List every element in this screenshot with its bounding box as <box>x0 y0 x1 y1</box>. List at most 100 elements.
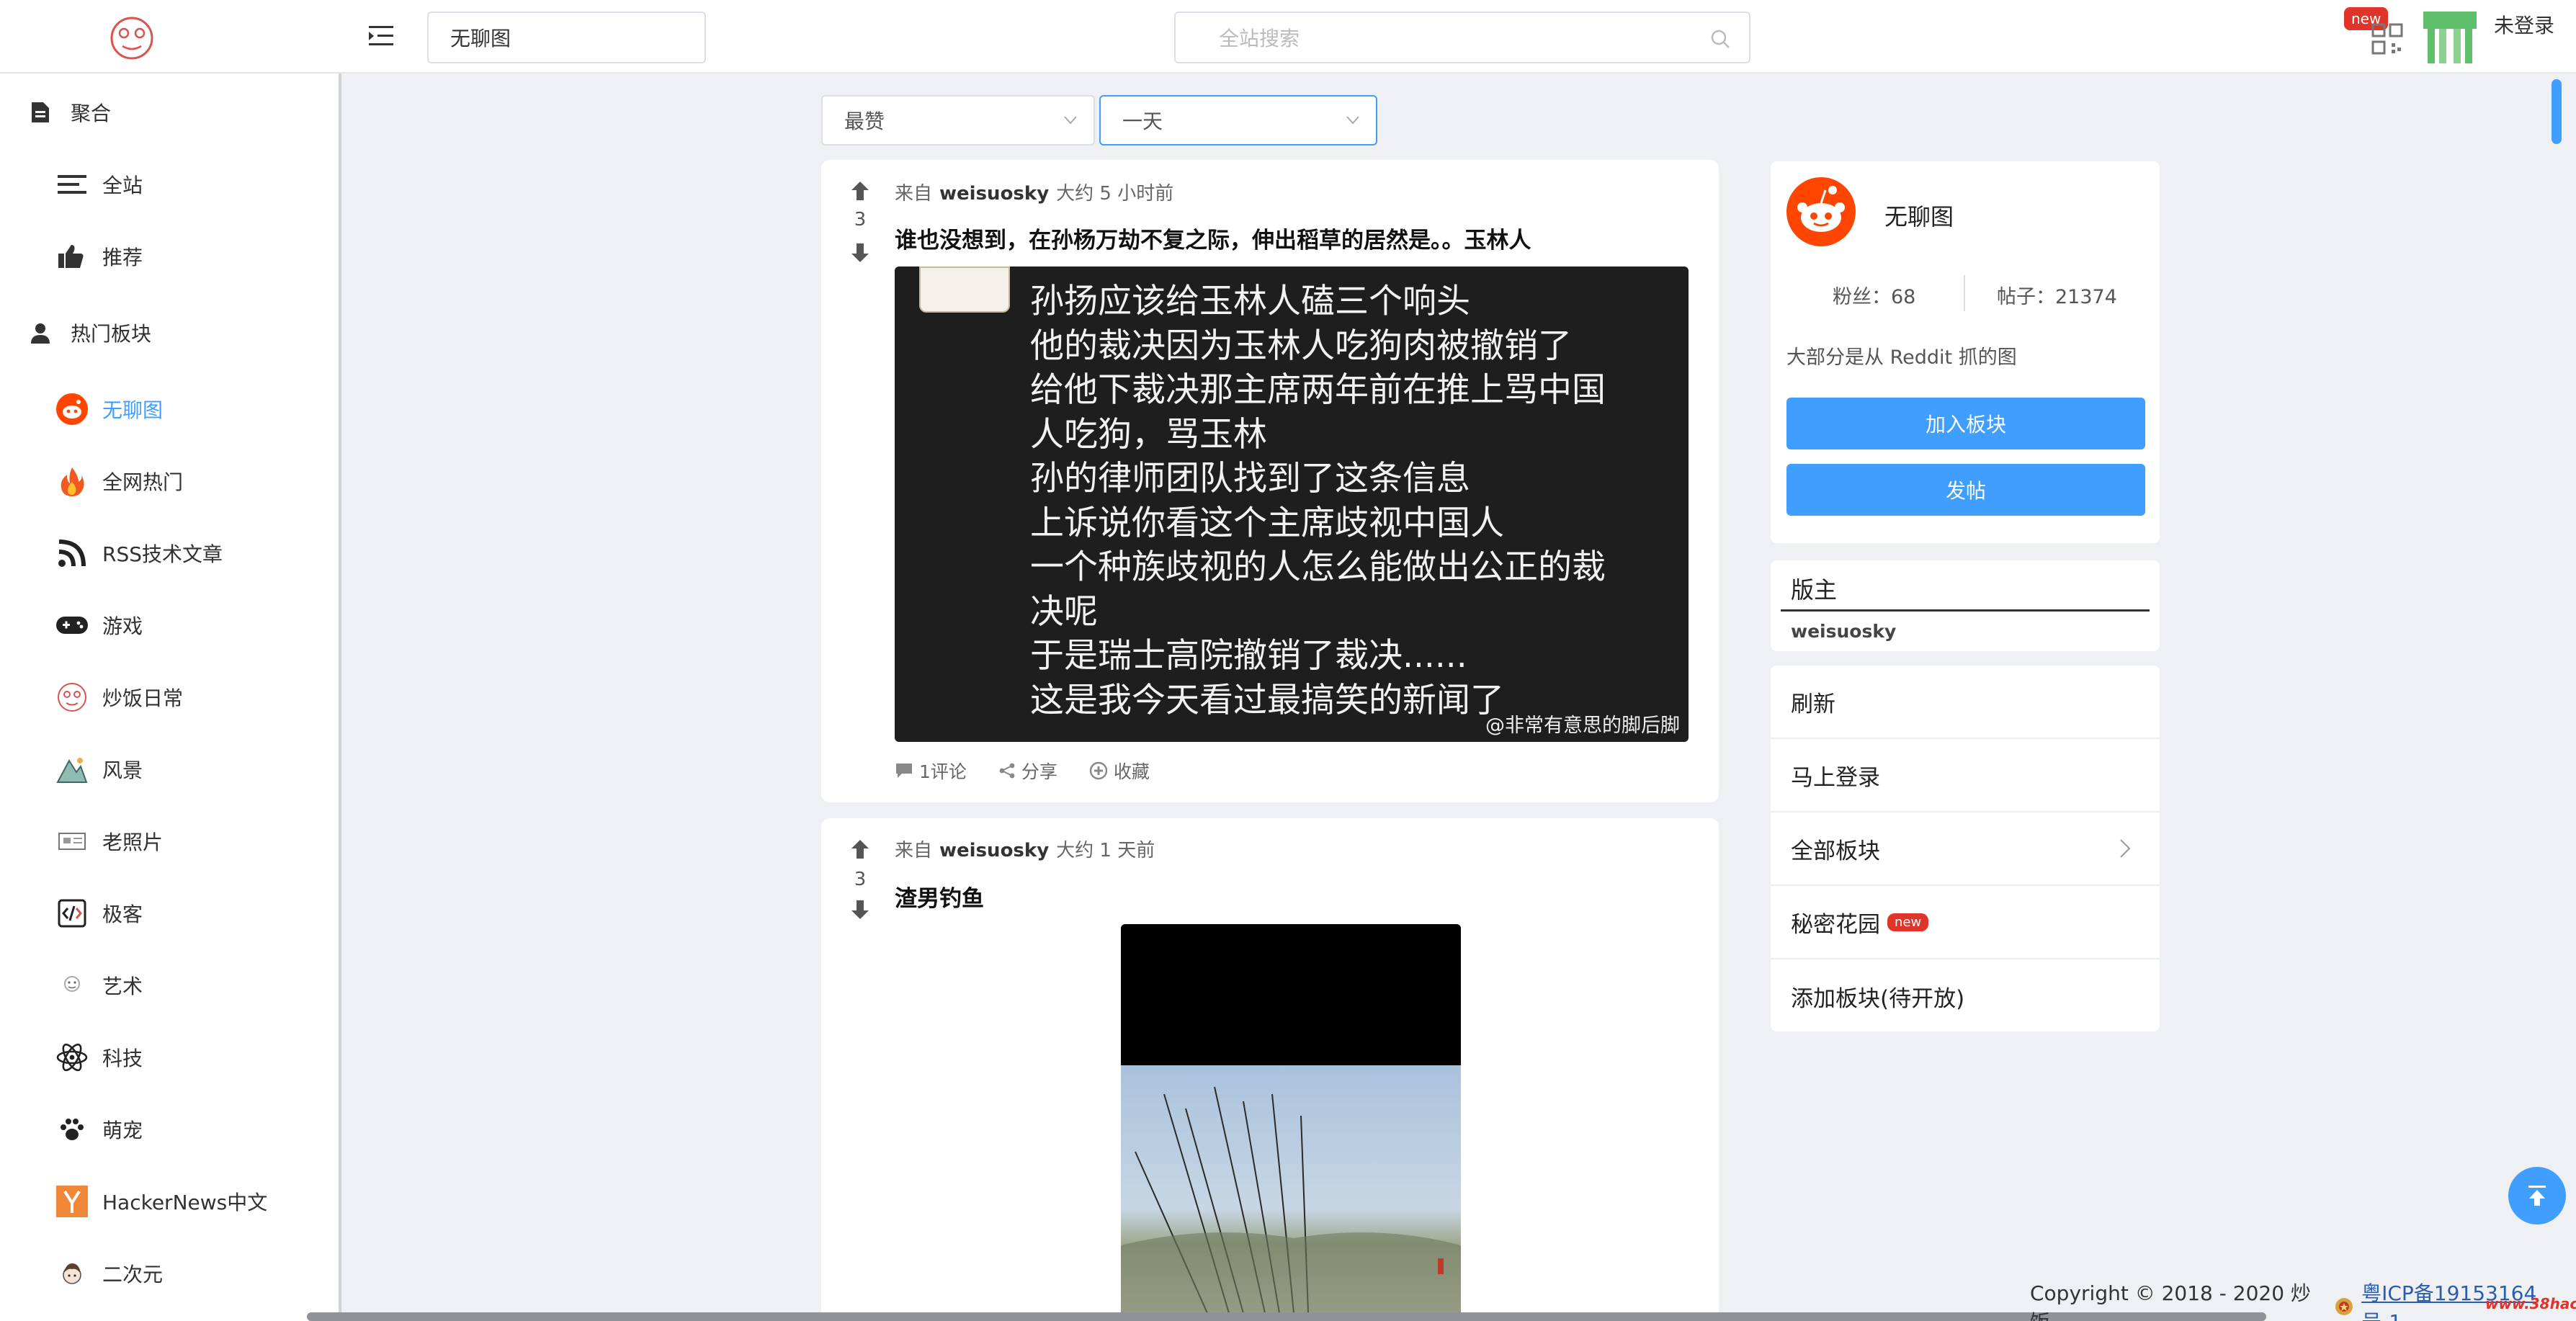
vertical-scrollbar[interactable] <box>2552 79 2562 144</box>
post-image[interactable]: 孙扬应该给玉林人磕三个响头 他的裁决因为玉林人吃狗肉被撤销了 给他下裁决那主席两… <box>895 267 1689 742</box>
add-board-menu-item[interactable]: 添加板块(待开放) <box>1771 959 2160 1033</box>
board-posts-count: 帖子：21374 <box>1997 286 2117 308</box>
sidebar-item-label: RSS技术文章 <box>102 542 223 566</box>
login-status-link[interactable]: 未登录 <box>2494 10 2554 39</box>
post-title[interactable]: 谁也没想到，在孙杨万劫不复之际，伸出稻草的居然是。。玉林人 <box>895 222 1531 254</box>
join-board-button[interactable]: 加入板块 <box>1786 398 2145 449</box>
refresh-label: 刷新 <box>1791 691 1835 717</box>
sidebar-item-label: 无聊图 <box>102 398 164 422</box>
comment-label: 1评论 <box>919 761 967 782</box>
refresh-menu-item[interactable]: 刷新 <box>1771 666 2160 739</box>
sidebar-item-geek[interactable]: 极客 <box>56 897 143 929</box>
favorite-button[interactable]: 收藏 <box>1089 758 1150 784</box>
post-title[interactable]: 渣男钓鱼 <box>895 880 984 913</box>
sort-select[interactable]: 最赞 <box>821 95 1095 145</box>
favorite-icon <box>1089 761 1108 780</box>
image-text-line: 上诉说你看这个主席歧视中国人 <box>1030 503 1504 543</box>
sidebar-item-rss[interactable]: RSS技术文章 <box>56 537 223 569</box>
vote-count: 3 <box>854 869 867 890</box>
moderator-name[interactable]: weisuosky <box>1791 621 1896 642</box>
login-label: 马上登录 <box>1791 764 1880 791</box>
sidebar-section-hot[interactable]: 热门板块 <box>24 317 151 349</box>
image-text-line: 一个种族歧视的人怎么能做出公正的裁 <box>1030 547 1606 587</box>
login-menu-item[interactable]: 马上登录 <box>1771 739 2160 812</box>
sidebar-item-label: 全网热门 <box>102 470 184 494</box>
sidebar-item-all[interactable]: 全站 <box>56 169 143 200</box>
sidebar-item-recommend[interactable]: 推荐 <box>56 241 143 272</box>
post-video[interactable] <box>1121 924 1461 1313</box>
sidebar-item-landscape[interactable]: 风景 <box>56 753 143 785</box>
fishing-rods-image <box>1121 1086 1461 1313</box>
horizontal-scrollbar[interactable] <box>307 1312 2266 1321</box>
sidebar-item-label: 游戏 <box>102 614 143 638</box>
image-text-lines: 孙扬应该给玉林人磕三个响头 他的裁决因为玉林人吃狗肉被撤销了 给他下裁决那主席两… <box>1030 279 1678 722</box>
all-boards-label: 全部板块 <box>1791 838 1880 864</box>
thumbs-up-icon <box>56 241 88 272</box>
hackernews-icon <box>56 1186 88 1217</box>
post-from-label: 来自 <box>895 183 933 205</box>
search-placeholder: 全站搜索 <box>1219 27 1300 50</box>
search-icon[interactable] <box>1710 29 1730 49</box>
sidebar-item-games[interactable]: 游戏 <box>56 609 143 641</box>
sidebar-item-label: 二次元 <box>102 1263 164 1286</box>
sidebar-item-old-photos[interactable]: 老照片 <box>56 825 163 857</box>
board-selector-input[interactable]: 无聊图 <box>427 12 706 63</box>
sidebar-item-anime[interactable]: 二次元 <box>56 1258 163 1289</box>
image-text-line: 给他下裁决那主席两年前在推上骂中国 <box>1030 370 1606 410</box>
image-text-line: 他的裁决因为玉林人吃狗肉被撤销了 <box>1030 326 1572 366</box>
sidebar-item-chaofan-daily[interactable]: 炒饭日常 <box>56 681 183 713</box>
board-fans-count: 粉丝：68 <box>1833 286 1916 308</box>
comment-button[interactable]: 1评论 <box>895 758 967 784</box>
board-description: 大部分是从 Reddit 抓的图 <box>1786 346 2017 369</box>
sidebar-item-tech[interactable]: 科技 <box>56 1042 143 1073</box>
upvote-icon[interactable] <box>849 180 872 202</box>
menu-collapse-icon[interactable] <box>367 23 395 49</box>
sidebar-item-web-hot[interactable]: 全网热门 <box>56 465 183 497</box>
post-card: 3 来自 weisuosky 大约 5 小时前 谁也没想到，在孙杨万劫不复之际，伸出… <box>821 160 1719 802</box>
fire-icon <box>56 465 88 497</box>
post-author[interactable]: weisuosky <box>939 840 1049 861</box>
secret-garden-menu-item[interactable]: 秘密花园 new <box>1771 886 2160 959</box>
image-text-line: 人吃狗，骂玉林 <box>1030 414 1267 454</box>
image-text-line: 决呢 <box>1030 591 1098 632</box>
post-author[interactable]: weisuosky <box>939 183 1049 205</box>
sidebar-section-aggregate[interactable]: 聚合 <box>24 97 111 128</box>
sidebar-item-pets[interactable]: 萌宠 <box>56 1114 143 1145</box>
photo-icon <box>56 825 88 857</box>
upvote-icon[interactable] <box>849 838 872 860</box>
chevron-down-icon <box>1064 116 1077 125</box>
back-to-top-button[interactable] <box>2508 1167 2566 1224</box>
sidebar-item-label: 炒饭日常 <box>102 686 184 710</box>
image-text-line: 于是瑞士高院撤销了裁决...... <box>1030 636 1467 676</box>
copyright-text: Copyright © 2018 - 2020 炒饭 <box>2030 1281 2311 1321</box>
site-search-input[interactable]: 全站搜索 <box>1174 12 1750 63</box>
sidebar-item-hackernews[interactable]: HackerNews中文 <box>56 1186 267 1217</box>
share-button[interactable]: 分享 <box>998 758 1057 784</box>
qr-code-icon[interactable] <box>2370 19 2405 56</box>
sidebar-item-boring-pics[interactable]: 无聊图 <box>56 393 163 425</box>
new-post-button[interactable]: 发帖 <box>1786 464 2145 516</box>
sidebar-item-art[interactable]: 艺术 <box>56 970 143 1001</box>
art-icon <box>56 970 88 1001</box>
sidebar-item-label: 科技 <box>102 1047 143 1070</box>
sidebar-item-label: 风景 <box>102 758 143 782</box>
paw-icon <box>56 1114 88 1145</box>
arrow-up-icon <box>2528 1186 2546 1206</box>
downvote-icon[interactable] <box>849 242 872 264</box>
post-meta: 来自 weisuosky 大约 5 小时前 <box>895 179 1173 205</box>
sidebar-item-recommend-label: 推荐 <box>102 246 143 269</box>
image-thumbnail <box>919 267 1010 313</box>
secret-garden-new-badge: new <box>1887 913 1929 931</box>
board-menu-card: 刷新 马上登录 全部板块 秘密花园 new 添加板块(待开放) <box>1771 666 2160 1031</box>
landscape-icon <box>56 753 88 785</box>
all-boards-menu-item[interactable]: 全部板块 <box>1771 812 2160 886</box>
user-avatar-icon[interactable] <box>2423 12 2477 63</box>
moderator-title: 版主 <box>1791 576 1838 604</box>
time-range-select[interactable]: 一天 <box>1099 95 1377 145</box>
site-logo-icon[interactable] <box>108 14 156 62</box>
sidebar-item-label: HackerNews中文 <box>102 1191 268 1214</box>
sidebar-item-label: 艺术 <box>102 975 143 998</box>
board-info-card: 无聊图 粉丝：68 帖子：21374 大部分是从 Reddit 抓的图 加入板块… <box>1771 161 2160 543</box>
sidebar-item-all-label: 全站 <box>102 174 143 197</box>
downvote-icon[interactable] <box>849 899 872 921</box>
